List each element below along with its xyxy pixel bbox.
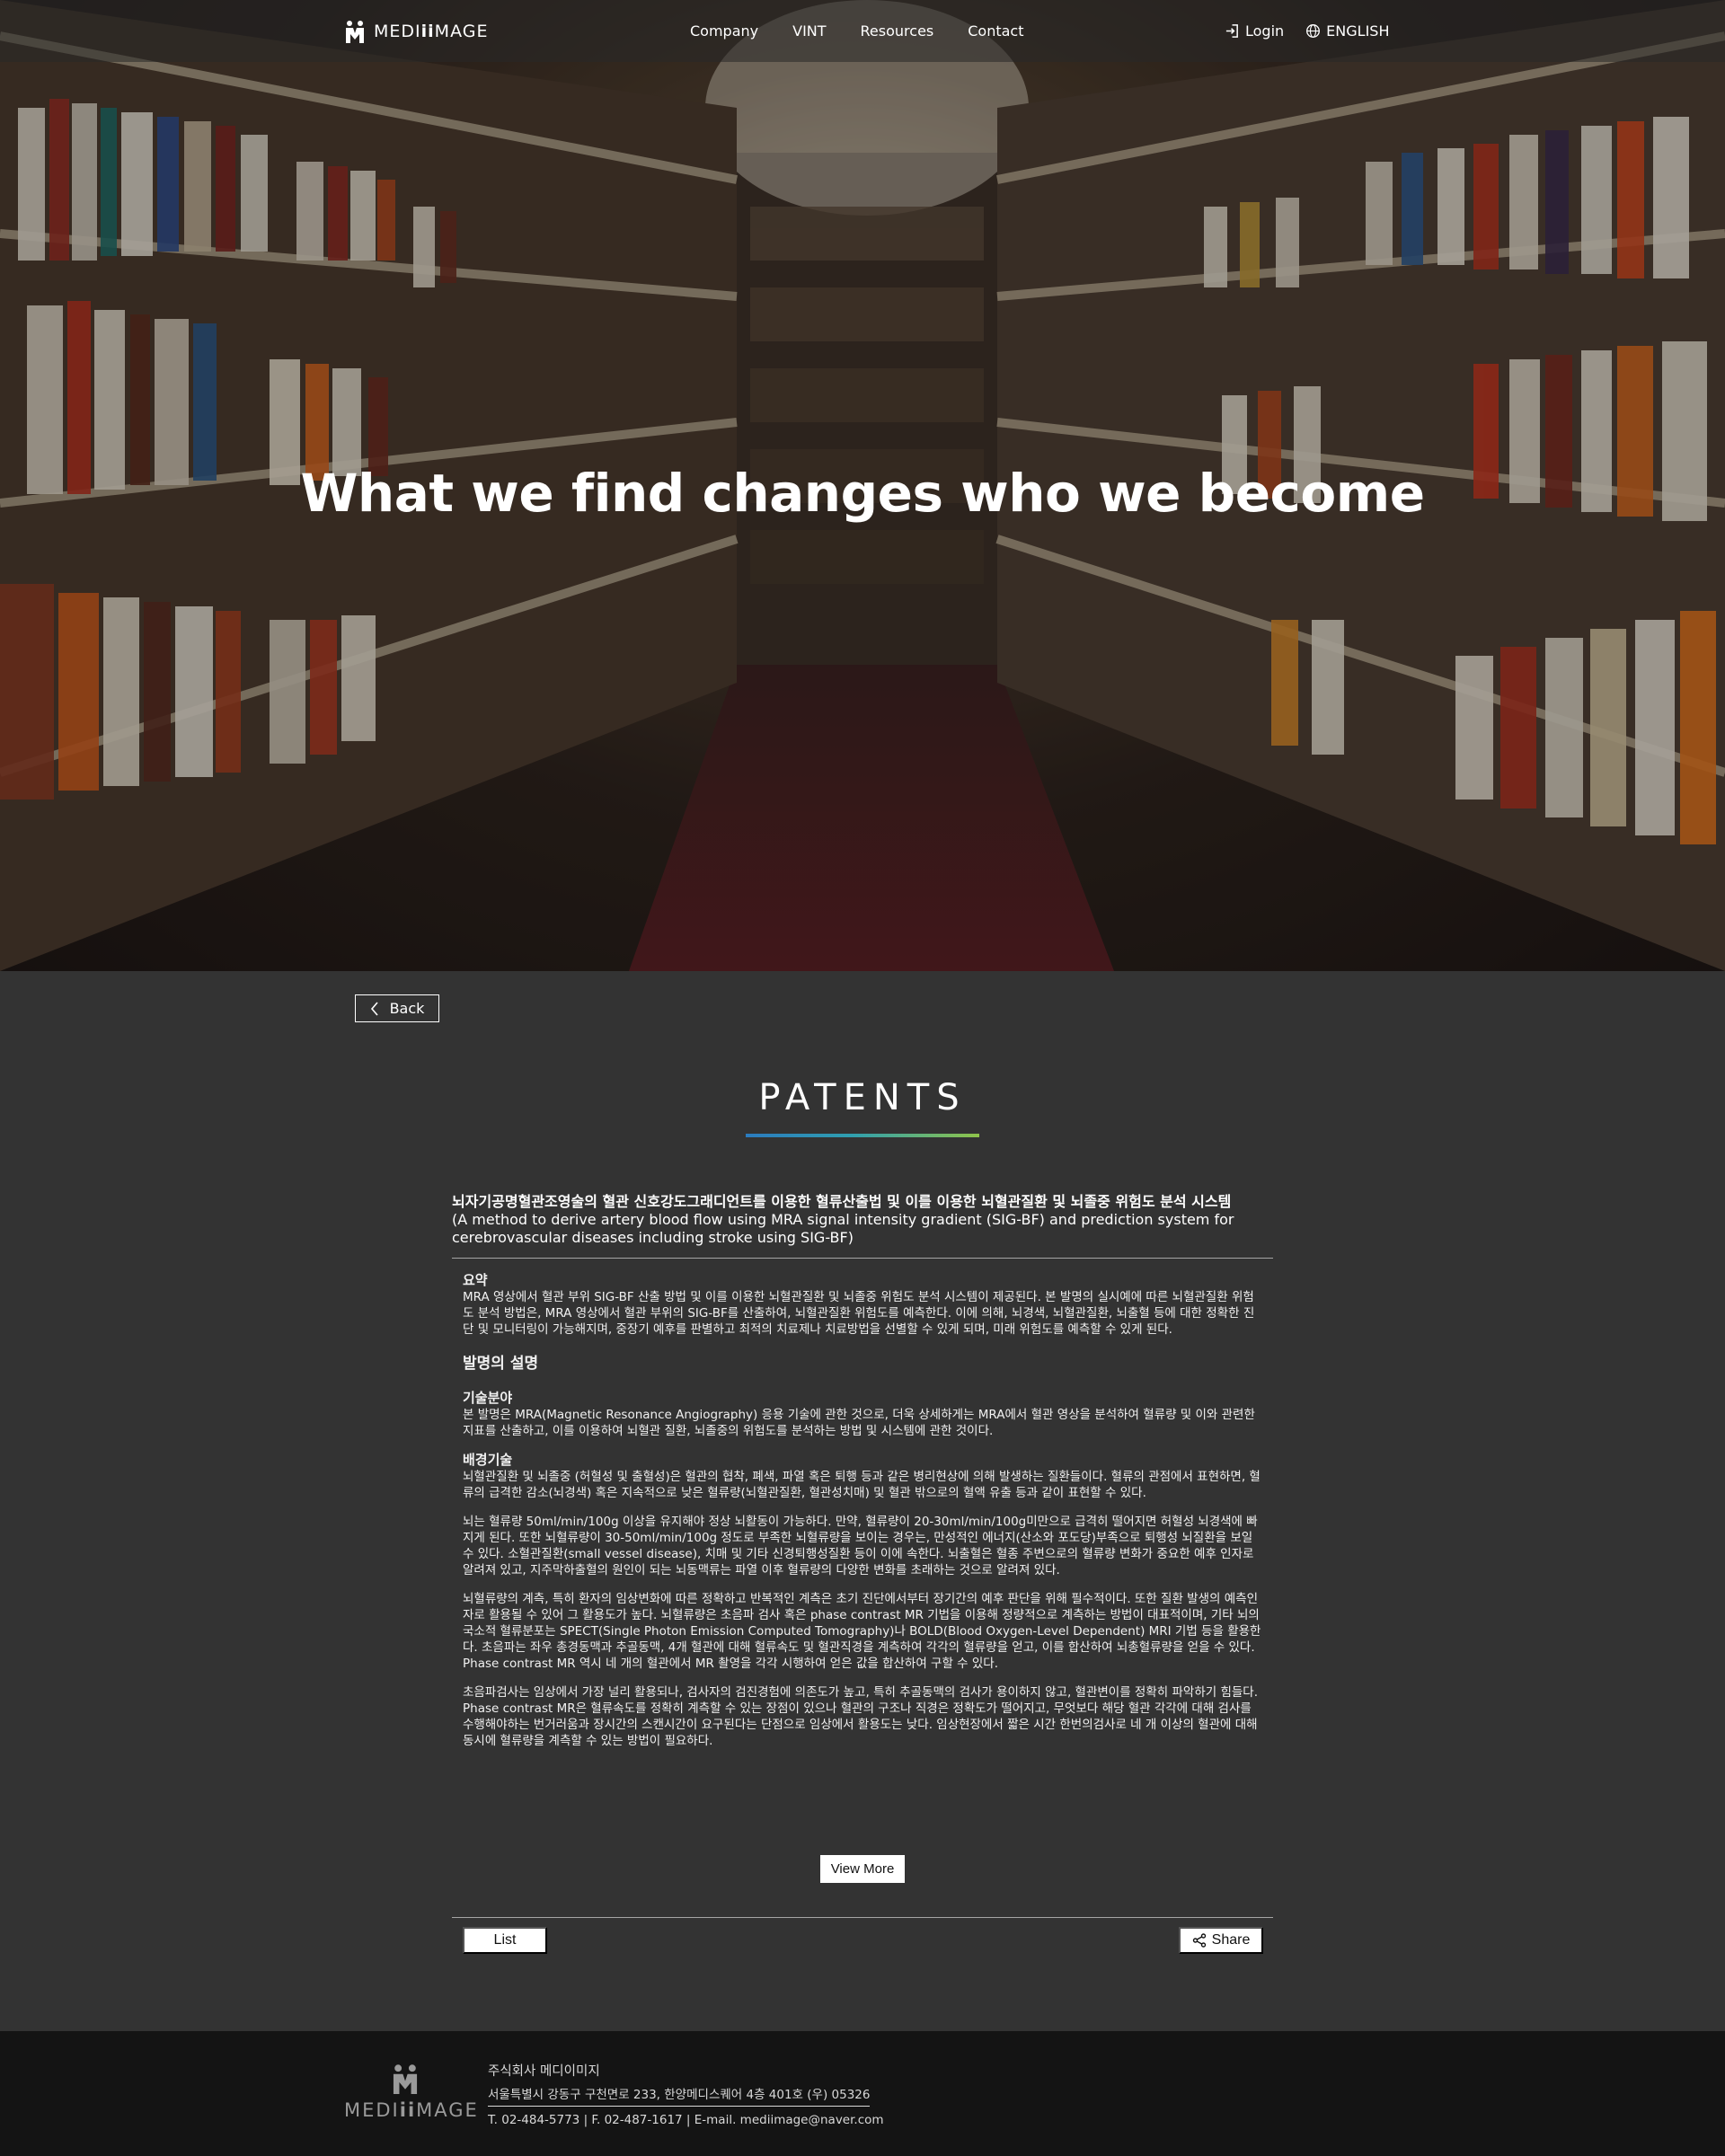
title-underline-gradient (746, 1134, 979, 1137)
footer-company-name: 주식회사 메디이미지 (488, 2064, 600, 2079)
description-heading: 발명의 설명 (463, 1355, 539, 1373)
hero-title: What we find changes who we become (300, 463, 1425, 524)
share-icon (1192, 1933, 1206, 1948)
back-button[interactable]: Back (355, 994, 439, 1022)
title-divider (452, 1258, 1273, 1259)
patent-title-block: 뇌자기공명혈관조영술의 혈관 신호강도그래디언트를 이용한 혈류산출법 및 이를… (452, 1193, 1273, 1247)
footer-logo: MEDIiiMAGE (344, 2063, 479, 2121)
mediimage-logo-icon (393, 2064, 418, 2094)
language-selector[interactable]: ENGLISH (1305, 22, 1389, 40)
list-button[interactable]: List (463, 1927, 547, 1954)
footer-company-info: 주식회사 메디이미지 서울특별시 강동구 구천면로 233, 한양메디스퀘어 4… (488, 2060, 884, 2132)
background-heading: 배경기술 (463, 1452, 513, 1468)
background-paragraph-4: 초음파검사는 임상에서 가장 널리 활용되나, 검사자의 검진경험에 의존도가 … (463, 1685, 1258, 1748)
page-title: PATENTS (758, 1077, 967, 1118)
nav-link-resources[interactable]: Resources (861, 22, 934, 40)
mediimage-logo-icon (346, 21, 364, 43)
brand-logo-text: MEDIiiMAGE (374, 22, 489, 41)
patent-title-korean: 뇌자기공명혈관조영술의 혈관 신호강도그래디언트를 이용한 혈류산출법 및 이를… (452, 1193, 1232, 1210)
background-paragraph-3: 뇌혈류량의 계측, 특히 환자의 임상변화에 따른 정확하고 반복적인 계측은 … (463, 1592, 1261, 1671)
login-label: Login (1245, 22, 1285, 40)
patent-body: 요약 MRA 영상에서 혈관 부위 SIG-BF 산출 방법 및 이를 이용한 … (463, 1272, 1262, 1749)
field-text: 본 발명은 MRA(Magnetic Resonance Angiography… (463, 1408, 1255, 1438)
nav-link-contact[interactable]: Contact (968, 22, 1023, 40)
actions-divider (452, 1917, 1273, 1918)
top-navigation-bar: MEDIiiMAGE Company VINT Resources Contac… (0, 0, 1725, 62)
share-button[interactable]: Share (1179, 1927, 1263, 1954)
globe-icon (1306, 24, 1321, 38)
background-paragraph-1: 뇌혈관질환 및 뇌졸중 (허혈성 및 출혈성)은 혈관의 협착, 폐색, 파열 … (463, 1470, 1261, 1500)
brand-logo[interactable]: MEDIiiMAGE (343, 20, 488, 43)
nav-link-company[interactable]: Company (690, 22, 758, 40)
footer-logo-text: MEDIiiMAGE (344, 2099, 479, 2121)
patent-detail-section: Back PATENTS 뇌자기공명혈관조영술의 혈관 신호강도그래디언트를 이… (0, 971, 1725, 2031)
share-button-label: Share (1211, 1932, 1251, 1948)
hero-section: MEDIiiMAGE Company VINT Resources Contac… (0, 0, 1725, 971)
summary-text: MRA 영상에서 혈관 부위 SIG-BF 산출 방법 및 이를 이용한 뇌혈관… (463, 1290, 1255, 1337)
summary-heading: 요약 (463, 1272, 488, 1288)
login-icon (1225, 24, 1238, 38)
login-link[interactable]: Login (1225, 22, 1284, 40)
nav-link-vint[interactable]: VINT (792, 22, 826, 40)
main-menu: Company VINT Resources Contact (690, 22, 1024, 40)
view-more-button[interactable]: View More (820, 1855, 905, 1883)
language-label: ENGLISH (1326, 22, 1390, 40)
back-button-label: Back (389, 1000, 425, 1017)
chevron-left-icon (370, 1001, 378, 1016)
site-footer: MEDIiiMAGE 주식회사 메디이미지 서울특별시 강동구 구천면로 233… (0, 2031, 1725, 2156)
patent-title-english: (A method to derive artery blood flow us… (452, 1211, 1234, 1246)
field-heading: 기술분야 (463, 1390, 513, 1406)
footer-address: 서울특별시 강동구 구천면로 233, 한양메디스퀘어 4층 401호 (우) … (488, 2086, 871, 2107)
footer-contact: T. 02-484-5773 | F. 02-487-1617 | E-mail… (488, 2113, 884, 2127)
background-paragraph-2: 뇌는 혈류량 50ml/min/100g 이상을 유지해야 정상 뇌활동이 가능… (463, 1515, 1258, 1577)
utility-menu: Login ENGLISH (1225, 22, 1389, 40)
